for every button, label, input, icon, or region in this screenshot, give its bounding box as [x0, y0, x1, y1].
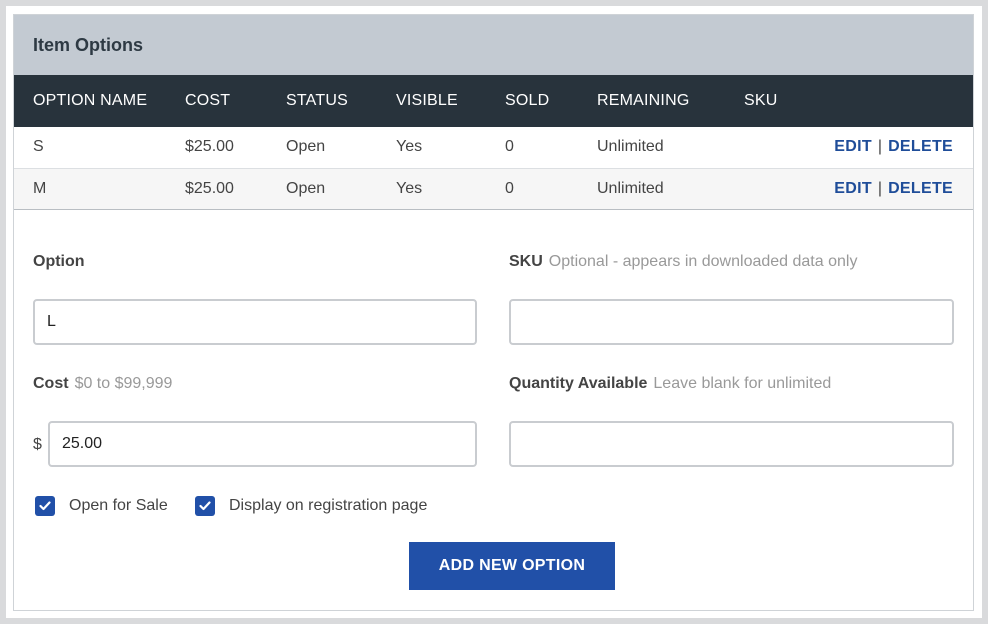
cell-option-name: M — [33, 179, 47, 197]
quantity-label-text: Quantity Available — [509, 375, 648, 392]
cell-remaining: Unlimited — [597, 179, 664, 197]
col-visible: VISIBLE — [396, 92, 458, 109]
cost-hint: $0 to $99,999 — [74, 375, 173, 392]
table-header-row: OPTION NAME COST STATUS VISIBLE SOLD REM… — [14, 75, 973, 127]
quantity-input[interactable] — [509, 421, 954, 467]
open-for-sale-row[interactable]: Open for Sale — [35, 496, 168, 516]
item-options-panel: Item Options OPTION NAME COST STATUS VIS… — [13, 14, 974, 611]
cell-cost: $25.00 — [185, 179, 234, 197]
cell-visible: Yes — [396, 138, 423, 156]
cell-sku — [744, 168, 804, 209]
table-row: M $25.00 Open Yes 0 Unlimited EDIT | DELET… — [14, 168, 973, 209]
cell-sold: 0 — [505, 179, 514, 197]
open-for-sale-label: Open for Sale — [69, 497, 168, 514]
col-actions — [804, 75, 973, 127]
cell-sold: 0 — [505, 138, 514, 156]
option-label-text: Option — [33, 253, 85, 270]
panel-title: Item Options — [14, 15, 973, 75]
option-label: Option — [33, 253, 85, 271]
display-on-page-row[interactable]: Display on registration page — [195, 496, 427, 516]
action-separator: | — [877, 138, 883, 156]
cost-label-text: Cost — [33, 375, 69, 392]
edit-link[interactable]: EDIT — [834, 180, 872, 197]
table-row: S $25.00 Open Yes 0 Unlimited EDIT | DELET… — [14, 127, 973, 168]
cell-status: Open — [286, 179, 326, 197]
quantity-label: Quantity Available Leave blank for unlimi… — [509, 375, 831, 393]
cost-input[interactable]: 25.00 — [48, 421, 477, 467]
cell-option-name: S — [33, 138, 44, 156]
option-input[interactable]: L — [33, 299, 477, 345]
cell-status: Open — [286, 138, 326, 156]
open-for-sale-checkbox[interactable] — [35, 496, 55, 516]
sku-input[interactable] — [509, 299, 954, 345]
col-sku: SKU — [744, 92, 778, 109]
cost-label: Cost $0 to $99,999 — [33, 375, 172, 393]
col-option-name: OPTION NAME — [33, 92, 148, 109]
page-frame: Item Options OPTION NAME COST STATUS VIS… — [6, 6, 982, 618]
checkmark-icon — [39, 501, 51, 511]
display-on-page-checkbox[interactable] — [195, 496, 215, 516]
sku-hint: Optional - appears in downloaded data on… — [548, 253, 858, 270]
cell-remaining: Unlimited — [597, 138, 664, 156]
quantity-hint: Leave blank for unlimited — [653, 375, 832, 392]
cell-sku — [744, 127, 804, 168]
col-cost: COST — [185, 92, 231, 109]
col-sold: SOLD — [505, 92, 550, 109]
add-new-option-button[interactable]: ADD NEW OPTION — [409, 542, 615, 590]
cell-visible: Yes — [396, 179, 423, 197]
sku-label-text: SKU — [509, 253, 543, 270]
currency-symbol: $ — [33, 436, 42, 453]
edit-link[interactable]: EDIT — [834, 138, 872, 155]
col-remaining: REMAINING — [597, 92, 690, 109]
display-on-page-label: Display on registration page — [229, 497, 428, 514]
options-table: OPTION NAME COST STATUS VISIBLE SOLD REM… — [14, 75, 973, 210]
col-status: STATUS — [286, 92, 348, 109]
checkmark-icon — [199, 501, 211, 511]
delete-link[interactable]: DELETE — [888, 138, 953, 155]
cell-actions: EDIT | DELETE — [804, 127, 973, 168]
sku-label: SKU Optional - appears in downloaded data… — [509, 253, 857, 271]
action-separator: | — [877, 179, 883, 197]
delete-link[interactable]: DELETE — [888, 180, 953, 197]
cell-cost: $25.00 — [185, 138, 234, 156]
cell-actions: EDIT | DELETE — [804, 168, 973, 209]
